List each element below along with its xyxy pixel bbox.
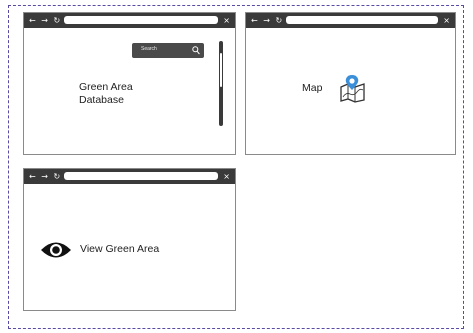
back-button[interactable]: ←	[29, 15, 37, 26]
forward-button[interactable]: →	[41, 171, 49, 182]
map-icon	[340, 75, 365, 103]
window-view: ← → ↻ × View Green Area	[23, 168, 236, 311]
nav-buttons: ← → ↻	[29, 15, 62, 26]
eye-icon[interactable]	[40, 240, 72, 260]
url-bar[interactable]	[64, 16, 218, 24]
url-bar[interactable]	[64, 172, 218, 180]
close-button[interactable]: ×	[223, 15, 230, 26]
database-title: Green Area Database	[79, 81, 133, 107]
window-database: ← → ↻ × Search Green Area Database	[23, 12, 236, 155]
search-box[interactable]: Search	[132, 43, 204, 58]
url-bar[interactable]	[286, 16, 438, 24]
refresh-button[interactable]: ↻	[54, 15, 62, 26]
database-title-line2: Database	[79, 94, 124, 106]
database-title-line1: Green Area	[79, 81, 133, 93]
back-button[interactable]: ←	[251, 15, 259, 26]
window-map: ← → ↻ × Map	[245, 12, 456, 155]
scrollbar-thumb[interactable]	[220, 53, 222, 87]
map-label: Map	[302, 82, 323, 94]
search-placeholder: Search	[141, 46, 157, 52]
refresh-button[interactable]: ↻	[276, 15, 284, 26]
close-button[interactable]: ×	[443, 15, 450, 26]
nav-buttons: ← → ↻	[251, 15, 284, 26]
browser-titlebar: ← → ↻ ×	[24, 13, 235, 28]
browser-titlebar: ← → ↻ ×	[24, 169, 235, 184]
view-green-area-label[interactable]: View Green Area	[80, 243, 159, 256]
refresh-button[interactable]: ↻	[54, 171, 62, 182]
scrollbar[interactable]	[219, 41, 223, 126]
forward-button[interactable]: →	[41, 15, 49, 26]
nav-buttons: ← → ↻	[29, 171, 62, 182]
close-button[interactable]: ×	[223, 171, 230, 182]
forward-button[interactable]: →	[263, 15, 271, 26]
browser-titlebar: ← → ↻ ×	[246, 13, 455, 28]
back-button[interactable]: ←	[29, 171, 37, 182]
search-icon	[192, 46, 200, 55]
